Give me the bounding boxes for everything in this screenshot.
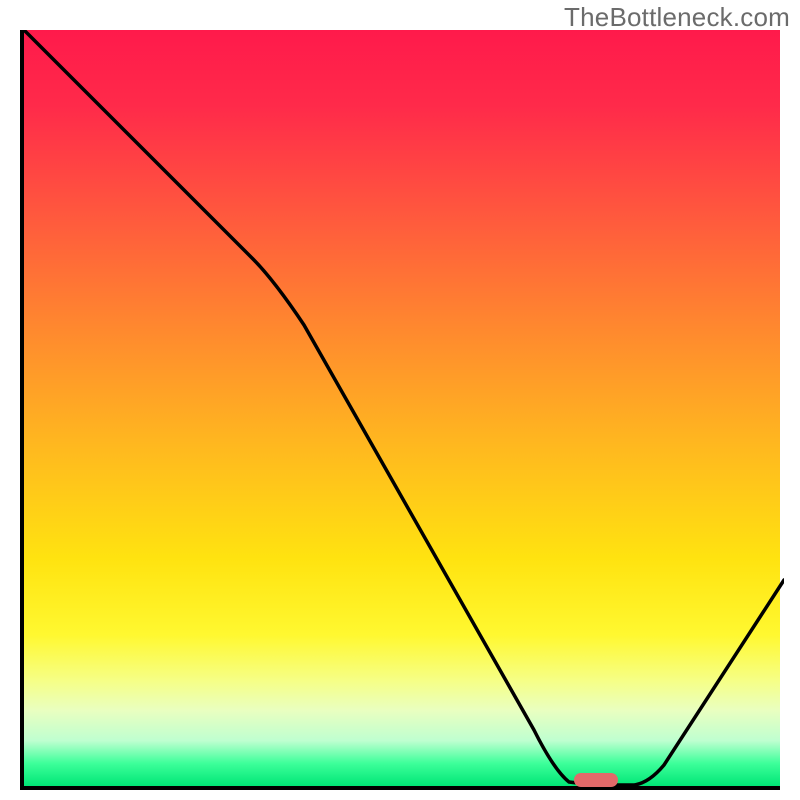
bottleneck-curve: [24, 30, 784, 790]
curve-path: [24, 30, 784, 785]
chart-container: TheBottleneck.com: [0, 0, 800, 800]
optimum-marker: [574, 773, 618, 787]
plot-area: [20, 30, 780, 790]
watermark-text: TheBottleneck.com: [564, 2, 790, 33]
